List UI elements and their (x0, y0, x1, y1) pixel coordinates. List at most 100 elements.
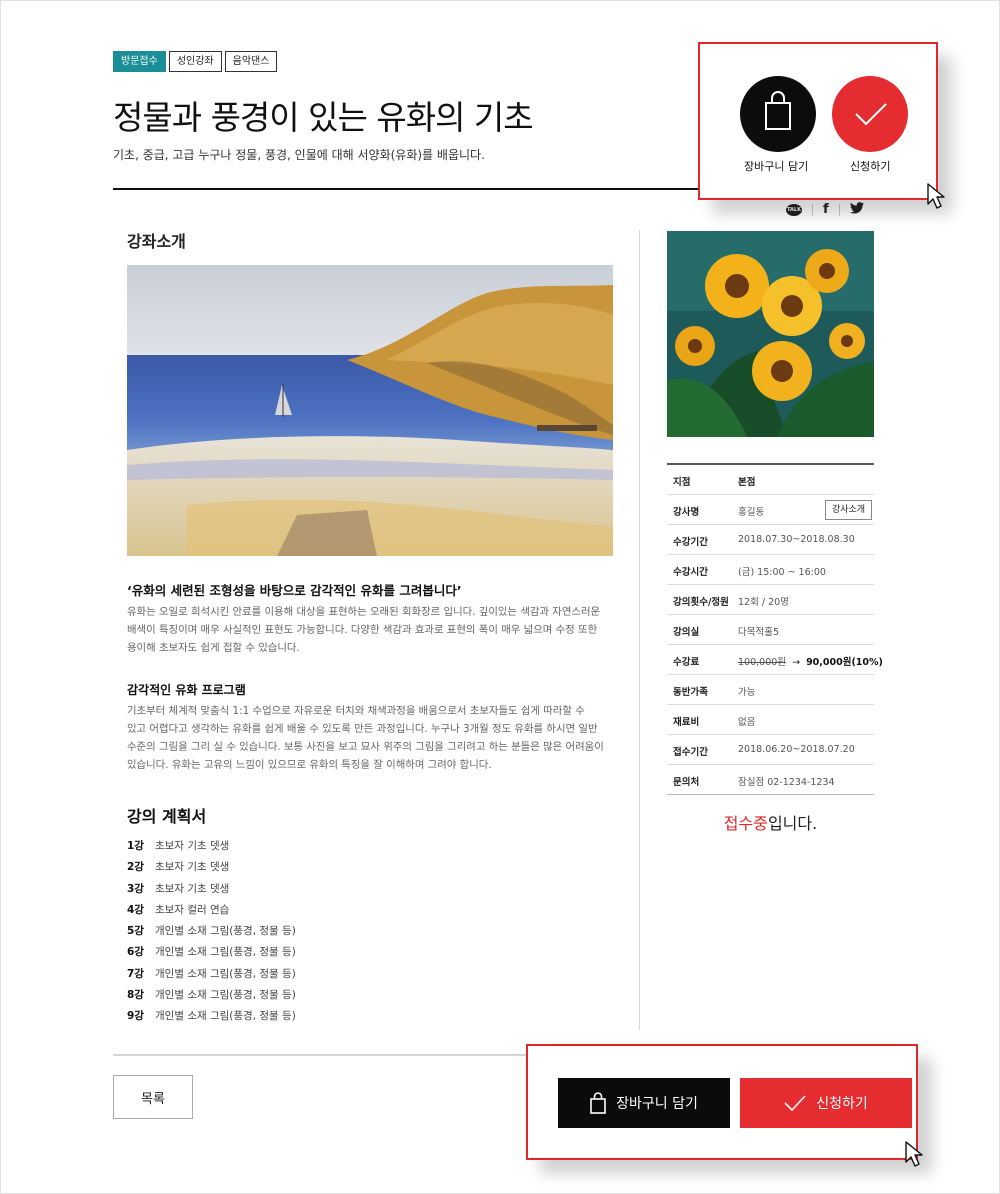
cart-round-label: 장바구니 담기 (744, 160, 809, 173)
callout-top: 장바구니 담기 신청하기 (698, 42, 938, 200)
share-bar: TALK f (786, 202, 864, 218)
course-info-table: 지점 본점 강사명 홍길동 강사소개 수강기간 2018.07.30~2018.… (667, 463, 883, 795)
apply-button[interactable]: 신청하기 (740, 1078, 912, 1128)
tag-adult-course[interactable]: 성인강좌 (168, 51, 222, 72)
intro-paragraph-line: 유화는 오일로 희석시킨 안료를 이용해 대상을 표현하는 오래된 회화장르 입… (127, 606, 601, 618)
program-heading: 감각적인 유화 프로그램 (127, 683, 246, 697)
instructor-intro-button[interactable]: 강사소개 (825, 500, 872, 520)
list-item: 8강 개인별 소재 그림(풍경, 정물 등) (127, 985, 296, 1006)
info-label-sessions: 강의횟수/정원 (673, 597, 729, 608)
list-item: 1강 초보자 기초 뎃생 (127, 836, 296, 857)
info-label-period: 수강기간 (673, 537, 708, 548)
info-label-companion: 동반가족 (673, 687, 708, 698)
lesson-title: 초보자 기초 뎃생 (155, 840, 230, 852)
lesson-title: 개인별 소재 그림(풍경, 정물 등) (155, 967, 296, 980)
apply-button-label: 신청하기 (816, 1096, 868, 1112)
info-label-contact: 문의처 (673, 777, 700, 788)
list-item: 5강 개인별 소재 그림(풍경, 정물 등) (127, 921, 296, 942)
share-separator (812, 204, 813, 216)
check-icon (784, 1095, 806, 1111)
course-subtitle: 기초, 중급, 고급 누구나 정물, 풍경, 인물에 대해 서양화(유화)를 배… (113, 148, 485, 162)
category-tags: 방문접수 성인강좌 음악댄스 (113, 51, 278, 72)
lesson-plan-heading: 강의 계획서 (127, 807, 207, 826)
lesson-number: 7강 (127, 967, 144, 980)
list-item: 2강 초보자 기초 뎃생 (127, 857, 296, 878)
callout-bottom: 장바구니 담기 신청하기 (526, 1044, 918, 1160)
info-label-time: 수강시간 (673, 567, 708, 578)
table-row: 재료비 없음 (667, 705, 874, 735)
table-row: 수강시간 (금) 15:00 ~ 16:00 (667, 555, 874, 585)
lesson-number: 6강 (127, 946, 144, 959)
status-highlight: 접수중 (723, 814, 768, 833)
info-label-instructor: 강사명 (673, 507, 700, 518)
lesson-title: 초보자 컬러 연습 (155, 903, 230, 916)
cursor-icon (905, 1141, 923, 1167)
shopping-bag-icon (590, 1092, 606, 1114)
lesson-title: 초보자 기초 뎃생 (155, 861, 230, 874)
lesson-number: 9강 (127, 1010, 144, 1023)
info-value-sessions: 12회 / 20명 (738, 597, 789, 608)
list-item: 9강 개인별 소재 그림(풍경, 정물 등) (127, 1006, 296, 1027)
table-row: 동반가족 가능 (667, 675, 874, 705)
list-item: 3강 초보자 기초 뎃생 (127, 879, 296, 900)
lesson-title: 초보자 기초 뎃생 (155, 882, 230, 895)
column-divider (639, 230, 640, 1030)
apply-round-label: 신청하기 (850, 160, 891, 173)
facebook-icon[interactable]: f (823, 203, 829, 217)
cart-round-button[interactable] (740, 76, 816, 152)
info-value-companion: 가능 (738, 687, 756, 698)
program-paragraph: 기초부터 체계적 맞춤식 1:1 수업으로 자유로운 터치와 채색과정을 배움으… (127, 702, 617, 774)
check-icon (855, 103, 887, 126)
info-label-material: 재료비 (673, 717, 700, 728)
info-label-branch: 지점 (673, 477, 691, 488)
shopping-bag-icon (765, 91, 791, 130)
twitter-icon[interactable] (849, 202, 864, 218)
program-paragraph-line: 수준의 그림을 그리 실 수 있습니다. 보통 사진을 보고 묘사 위주의 그림… (127, 741, 604, 753)
lesson-title: 개인별 소재 그림(풍경, 정물 등) (155, 946, 296, 959)
table-row: 접수기간 2018.06.20~2018.07.20 (667, 735, 874, 765)
lesson-plan-list: 1강 초보자 기초 뎃생 2강 초보자 기초 뎃생 3강 초보자 기초 뎃생 4강 초보… (127, 836, 296, 1028)
info-value-fee: 100,000원 → 90,000원(10%) (738, 654, 883, 668)
status-rest: 입니다. (767, 814, 818, 833)
kakaotalk-icon[interactable]: TALK (786, 204, 802, 216)
seascape-painting (127, 265, 613, 556)
arrow-icon: → (792, 657, 801, 668)
info-value-material: 없음 (738, 717, 756, 728)
list-button[interactable]: 목록 (113, 1075, 193, 1119)
lesson-number: 4강 (127, 903, 144, 916)
info-value-reg-period: 2018.06.20~2018.07.20 (738, 744, 855, 755)
intro-paragraph-line: 용이해 초보자도 쉽게 접할 수 있습니다. (127, 642, 300, 654)
info-value-room: 다목적홀5 (738, 627, 780, 638)
info-value-branch: 본점 (738, 477, 756, 488)
course-title: 정물과 풍경이 있는 유화의 기초 (113, 98, 534, 137)
intro-paragraph: 유화는 오일로 희석시킨 안료를 이용해 대상을 표현하는 오래된 회화장르 입… (127, 603, 617, 657)
program-paragraph-line: 있고 어렵다고 생각하는 유화를 쉽게 배울 수 있도록 만든 과정입니다. 누… (127, 723, 598, 735)
cart-button[interactable]: 장바구니 담기 (558, 1078, 730, 1128)
table-row: 수강료 100,000원 → 90,000원(10%) (667, 645, 883, 675)
original-price: 100,000원 (738, 657, 787, 668)
lesson-title: 개인별 소재 그림(풍경, 정물 등) (155, 1010, 296, 1023)
discount-price: 90,000원(10%) (806, 657, 883, 668)
share-separator (838, 204, 840, 216)
cursor-icon (927, 183, 945, 209)
info-value-contact: 잠실점 02-1234-1234 (738, 777, 835, 788)
intro-paragraph-line: 배색이 특징이며 매우 사실적인 표현도 가능합니다. 다양한 색감과 효과로 … (127, 624, 598, 636)
lesson-number: 3강 (127, 882, 144, 895)
lesson-title: 개인별 소재 그림(풍경, 정물 등) (155, 989, 296, 1002)
table-row: 강의실 다목적홀5 (667, 615, 874, 645)
tag-music-dance[interactable]: 음악댄스 (224, 51, 278, 72)
lesson-title: 개인별 소재 그림(풍경, 정물 등) (155, 925, 296, 938)
table-row: 문의처 잠실점 02-1234-1234 (667, 765, 874, 795)
info-value-time: (금) 15:00 ~ 16:00 (738, 567, 826, 578)
tag-visit-registration[interactable]: 방문접수 (113, 51, 166, 72)
intro-headline: ‘유화의 세련된 조형성을 바탕으로 감각적인 유화를 그려봅니다’ (127, 583, 462, 598)
cart-button-label: 장바구니 담기 (616, 1096, 698, 1112)
info-label-room: 강의실 (673, 627, 700, 638)
course-intro-heading: 강좌소개 (127, 232, 186, 251)
program-paragraph-line: 기초부터 체계적 맞춤식 1:1 수업으로 자유로운 터치와 채색과정을 배움으… (127, 705, 585, 717)
list-item: 4강 초보자 컬러 연습 (127, 900, 296, 921)
program-paragraph-line: 있습니다. 유화는 고유의 느낌이 있으므로 유화의 특징을 잘 이해하며 그려… (127, 759, 492, 771)
lesson-number: 2강 (127, 861, 144, 874)
table-row: 지점 본점 (667, 465, 874, 495)
apply-round-button[interactable] (832, 76, 908, 152)
